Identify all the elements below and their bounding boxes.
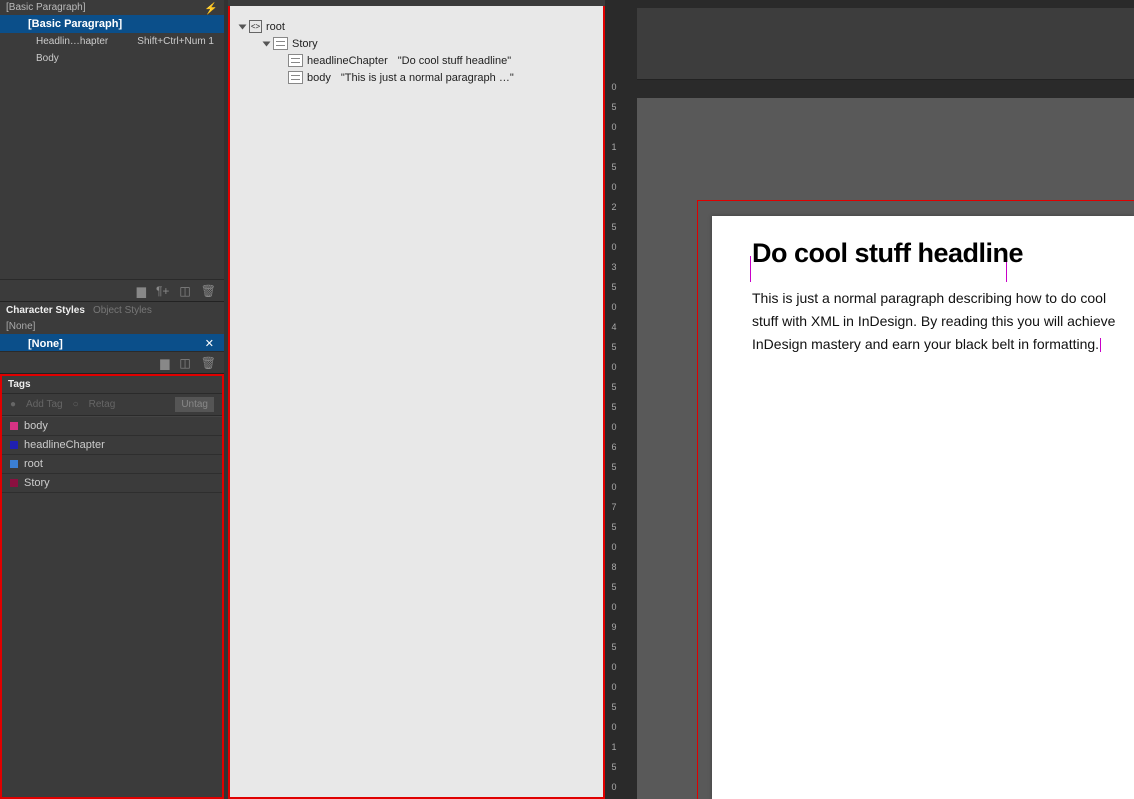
paragraph-style-item[interactable]: [Basic Paragraph] (0, 15, 224, 33)
add-tag-button[interactable]: Add Tag (26, 399, 63, 410)
new-style-icon[interactable]: ◫ (179, 284, 190, 298)
node-preview: "Do cool stuff headline" (398, 55, 511, 67)
paragraph-style-item[interactable]: Headlin…hapter Shift+Ctrl+Num 1 (0, 33, 224, 50)
document-canvas[interactable]: Do cool stuff headline This is just a no… (637, 0, 1134, 799)
tag-label: body (24, 420, 48, 432)
body-text[interactable]: This is just a normal paragraph describi… (752, 287, 1127, 356)
tag-label: Story (24, 477, 50, 489)
paragraph-styles-title: [Basic Paragraph] (0, 0, 224, 15)
folder-icon[interactable]: ▆ (160, 356, 169, 370)
tree-story[interactable]: Story (240, 35, 593, 52)
vertical-ruler: 050150250350450550650750850950050150 (607, 82, 633, 799)
trash-icon[interactable]: 🗑 (201, 284, 216, 298)
char-styles-footer: ▆ ◫ 🗑 (0, 351, 224, 373)
tag-item[interactable]: Story (2, 474, 222, 493)
tree-item[interactable]: body "This is just a normal paragraph …" (240, 69, 593, 86)
tags-panel-title: Tags (2, 376, 222, 393)
char-style-current: [None] (0, 319, 224, 334)
tag-item[interactable]: root (2, 455, 222, 474)
paragraph-styles-panel: [Basic Paragraph] ⚡ [Basic Paragraph] He… (0, 0, 224, 302)
structure-panel: <> root Story headlineChapter "Do cool s… (228, 0, 605, 799)
tree-root[interactable]: <> root (240, 18, 593, 35)
style-label: [Basic Paragraph] (28, 18, 122, 30)
story-icon (273, 37, 288, 50)
paragraph-style-item[interactable]: Body (0, 50, 224, 67)
node-name: body (307, 72, 331, 84)
node-label: root (266, 21, 285, 33)
tab-character-styles[interactable]: Character Styles (6, 305, 85, 316)
tag-label: headlineChapter (24, 439, 105, 451)
node-label: Story (292, 38, 318, 50)
node-preview: "This is just a normal paragraph …" (341, 72, 514, 84)
tree-item[interactable]: headlineChapter "Do cool stuff headline" (240, 52, 593, 69)
character-styles-panel: Character Styles Object Styles [None] [N… (0, 302, 224, 374)
tab-object-styles[interactable]: Object Styles (93, 305, 152, 316)
clear-overrides-icon[interactable]: ¶+ (156, 284, 169, 298)
root-icon: <> (249, 20, 262, 33)
node-name: headlineChapter (307, 55, 388, 67)
tag-label: root (24, 458, 43, 470)
disclosure-icon[interactable] (263, 41, 271, 46)
char-style-label: [None] (28, 338, 63, 350)
element-icon (288, 71, 303, 84)
clear-icon[interactable]: ✕ (205, 337, 214, 350)
element-icon (288, 54, 303, 67)
tag-color-swatch (10, 479, 18, 487)
tags-panel: Tags ● Add Tag ○ Retag Untag bodyheadlin… (0, 374, 224, 799)
paragraph-styles-footer: ▆ ¶+ ◫ 🗑 (0, 279, 224, 301)
tag-color-swatch (10, 460, 18, 468)
page[interactable]: Do cool stuff headline This is just a no… (712, 216, 1134, 799)
disclosure-icon[interactable] (239, 24, 247, 29)
style-label: Headlin…hapter (36, 36, 108, 47)
text-frame[interactable]: Do cool stuff headline This is just a no… (752, 238, 1134, 356)
tag-marker-icon (750, 256, 751, 282)
folder-icon[interactable]: ▆ (137, 284, 146, 298)
trash-icon[interactable]: 🗑 (201, 356, 216, 370)
headline-text[interactable]: Do cool stuff headline (752, 238, 1023, 269)
tag-marker-icon (1099, 336, 1101, 352)
tag-item[interactable]: body (2, 417, 222, 436)
retag-button[interactable]: Retag (89, 399, 116, 410)
tag-color-swatch (10, 441, 18, 449)
style-shortcut: Shift+Ctrl+Num 1 (137, 36, 214, 47)
new-style-icon[interactable]: ◫ (179, 356, 190, 370)
tag-color-swatch (10, 422, 18, 430)
horizontal-ruler (637, 80, 1134, 98)
tag-item[interactable]: headlineChapter (2, 436, 222, 455)
clear-override-icon[interactable]: ⚡ (204, 2, 218, 15)
style-label: Body (36, 53, 59, 64)
untag-button[interactable]: Untag (175, 397, 214, 412)
